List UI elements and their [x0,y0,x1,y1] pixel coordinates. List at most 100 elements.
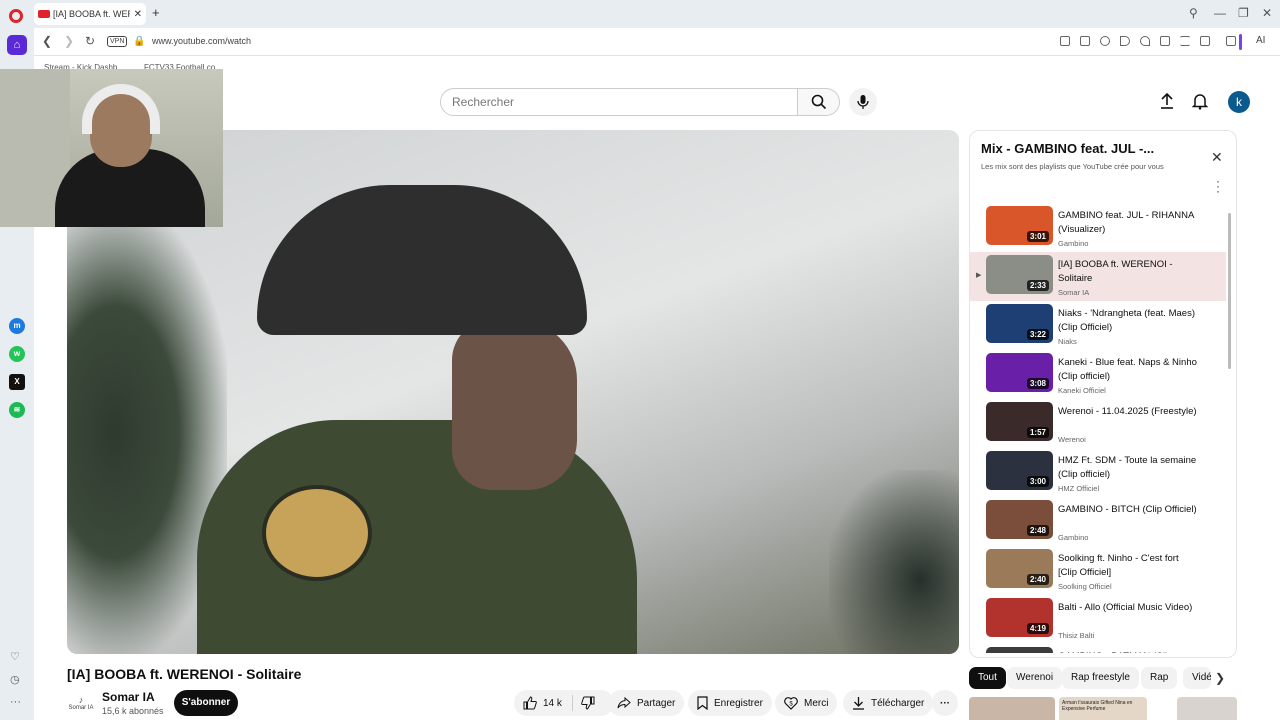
recommended-thumbnail[interactable]: Arman t'ssaurais Gifted Nina en Expensiv… [1059,697,1147,720]
playlist-item[interactable]: GAMBINO - BATMAN (Clip [970,644,1226,653]
messenger-icon[interactable]: m [9,318,25,334]
voice-search-button[interactable] [849,88,877,116]
playlist-thumbnail[interactable]: 3:22 [986,304,1053,343]
playlist-item-channel[interactable]: Kaneki Officiel [1058,386,1106,395]
playlist-thumbnail[interactable]: 2:33 [986,255,1053,294]
playlist-item[interactable]: 3:00 HMZ Ft. SDM - Toute la semaine (Clip… [970,448,1226,497]
spotify-icon[interactable]: ≋ [9,402,25,418]
like-icon[interactable] [523,696,537,710]
edit-icon[interactable] [1060,36,1070,46]
playlist-thumbnail[interactable]: 2:48 [986,500,1053,539]
playlist-item-title[interactable]: HMZ Ft. SDM - Toute la semaine (Clip off… [1058,454,1198,482]
ai-button[interactable]: AI [1256,35,1265,46]
playlist-item-title[interactable]: [IA] BOOBA ft. WERENOI - Solitaire [1058,258,1198,286]
vpn-badge[interactable]: VPN [107,36,128,47]
home-icon[interactable]: ⌂ [7,35,27,55]
playlist-item-title[interactable]: Kaneki - Blue feat. Naps & Ninho (Clip o… [1058,356,1198,384]
playlist-item-channel[interactable]: Gambino [1058,533,1088,542]
url-field[interactable]: www.youtube.com/watch [152,36,251,46]
opera-logo-icon[interactable] [9,9,23,23]
playlist-item[interactable]: 3:08 Kaneki - Blue feat. Naps & Ninho (Cl… [970,350,1226,399]
playlist-thumbnail[interactable]: 2:40 [986,549,1053,588]
back-icon[interactable]: ❮ [42,34,52,48]
playlist-item-channel[interactable]: Soolking Officiel [1058,582,1112,591]
playlist-more-icon[interactable]: · · · [1216,175,1220,197]
playlist-thumbnail[interactable]: 3:00 [986,451,1053,490]
play-icon[interactable] [1120,36,1130,46]
thanks-button[interactable]: $ Merci [775,690,838,716]
x-icon[interactable]: X [9,374,25,390]
playlist-item-title[interactable]: Soolking ft. Ninho - C'est fort [Clip Of… [1058,552,1198,580]
playlist-item-channel[interactable]: Niaks [1058,337,1077,346]
close-tab-icon[interactable]: ✕ [134,9,142,20]
playlist-item[interactable]: 3:01 GAMBINO feat. JUL - RIHANNA (Visuali… [970,203,1226,252]
reload-icon[interactable]: ↻ [85,34,95,48]
playlist-item[interactable]: 4:19 Balti - Allo (Official Music Video) T… [970,595,1226,644]
subscribe-button[interactable]: S'abonner [174,690,238,716]
channel-name[interactable]: Somar IA [102,690,155,704]
lock-icon[interactable]: 🔒 [133,36,145,47]
playlist-thumbnail[interactable]: 1:57 [986,402,1053,441]
playlist-item-channel[interactable]: Thisiz Balti [1058,631,1094,640]
filter-chip[interactable]: Werenoi [1007,667,1063,689]
playlist-item-title[interactable]: GAMBINO - BATMAN (Clip [1058,650,1198,653]
search-input[interactable] [441,89,797,115]
extensions-icon[interactable] [1226,36,1236,46]
notifications-bell-icon[interactable] [1191,92,1209,110]
filter-chip[interactable]: Tout [969,667,1006,689]
playlist-scrollbar[interactable] [1228,213,1231,369]
search-button[interactable] [798,88,840,116]
playlist-thumbnail[interactable]: 4:19 [986,598,1053,637]
heart-icon[interactable] [1140,36,1150,46]
playlist-item-title[interactable]: GAMBINO - BITCH (Clip Officiel) [1058,503,1198,517]
playlist-thumbnail[interactable] [986,647,1053,653]
playlist-item-title[interactable]: Werenoi - 11.04.2025 (Freestyle) [1058,405,1198,419]
save-button[interactable]: Enregistrer [688,690,772,716]
playlist-item[interactable]: 3:22 Niaks - 'Ndrangheta (feat. Maes) (Cl… [970,301,1226,350]
playlist-item[interactable]: 2:48 GAMBINO - BITCH (Clip Officiel) Gambi… [970,497,1226,546]
playlist-item-channel[interactable]: Werenoi [1058,435,1086,444]
channel-logo[interactable]: ♪ Somar IA [67,691,95,719]
search-tabs-icon[interactable]: ⚲ [1189,6,1198,20]
new-tab-icon[interactable]: + [152,5,160,20]
minimize-icon[interactable]: — [1214,6,1226,20]
playlist-item[interactable]: ▶ 2:33 [IA] BOOBA ft. WERENOI - Solitaire S… [970,252,1226,301]
more-sidebar-icon[interactable]: ··· [10,696,21,708]
browser-tab[interactable]: [IA] BOOBA ft. WERENOI ✕ [34,3,146,25]
dislike-icon[interactable] [581,696,595,710]
filter-chip[interactable]: Rap [1141,667,1178,689]
close-playlist-icon[interactable]: ✕ [1211,149,1223,166]
playlist-item[interactable]: 1:57 Werenoi - 11.04.2025 (Freestyle) Were… [970,399,1226,448]
chips-next-icon[interactable]: ❯ [1215,671,1225,685]
create-upload-icon[interactable] [1158,92,1176,110]
whatsapp-icon[interactable]: w [9,346,25,362]
download-button[interactable]: Télécharger [843,690,934,716]
shield-icon[interactable] [1100,36,1110,46]
like-count[interactable]: 14 k [543,698,562,709]
playlist-item-title[interactable]: Niaks - 'Ndrangheta (feat. Maes) (Clip O… [1058,307,1198,335]
playlist-item-channel[interactable]: Gambino [1058,239,1088,248]
close-window-icon[interactable]: ✕ [1262,6,1272,20]
history-icon[interactable]: ◷ [10,673,20,686]
download-icon[interactable] [1160,36,1170,46]
forward-icon[interactable]: ❯ [64,34,74,48]
share-button[interactable]: Partager [608,690,685,716]
camera-icon[interactable] [1080,36,1090,46]
filter-chip[interactable]: Vidé [1183,667,1211,689]
playlist-thumbnail[interactable]: 3:08 [986,353,1053,392]
recommended-thumbnail[interactable] [969,697,1055,720]
favorites-heart-icon[interactable]: ♡ [10,650,20,663]
playlist-thumbnail[interactable]: 3:01 [986,206,1053,245]
playlist-item-channel[interactable]: HMZ Officiel [1058,484,1099,493]
account-avatar[interactable]: k [1228,91,1250,113]
playlist-item-title[interactable]: Balti - Allo (Official Music Video) [1058,601,1198,615]
more-actions-button[interactable]: ··· [932,690,958,716]
maximize-icon[interactable]: ❐ [1238,6,1249,20]
playlist-item-channel[interactable]: Somar IA [1058,288,1089,297]
playlist-item[interactable]: 2:40 Soolking ft. Ninho - C'est fort [Cli… [970,546,1226,595]
recommended-thumbnail[interactable] [1177,697,1237,720]
menu-icon[interactable] [1180,36,1190,46]
filter-chip[interactable]: Rap freestyle [1062,667,1139,689]
playlist-item-title[interactable]: GAMBINO feat. JUL - RIHANNA (Visualizer) [1058,209,1198,237]
profile-icon[interactable] [1200,36,1210,46]
